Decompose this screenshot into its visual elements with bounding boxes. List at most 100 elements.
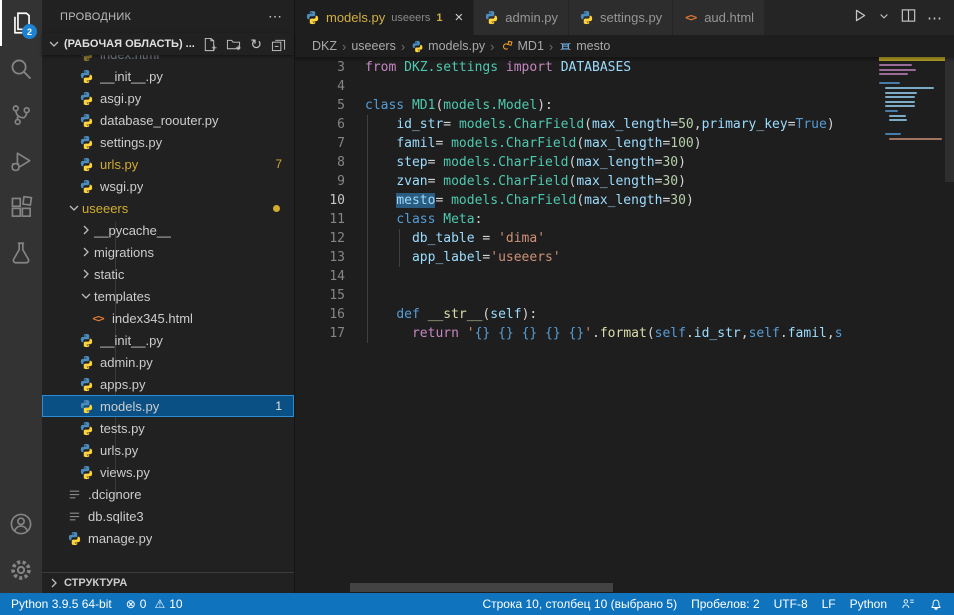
python-file-icon [66, 530, 82, 546]
cursor-position-status[interactable]: Строка 10, столбец 10 (выбрано 5) [475, 593, 684, 615]
minimap-highlight-bar [879, 57, 945, 61]
tree-item-urls-py[interactable]: urls.py [42, 439, 294, 461]
tree-item-label: settings.py [100, 135, 162, 150]
code-line-15: 15 [295, 286, 875, 305]
activity-settings-icon[interactable] [0, 547, 42, 593]
tree-item-label: db.sqlite3 [88, 509, 144, 524]
activity-run-debug-icon[interactable] [0, 138, 42, 184]
code-text: zvan= models.CharField(max_length=30) [365, 172, 686, 191]
breadcrumb-separator: › [549, 39, 553, 54]
explorer-more-icon[interactable]: ⋯ [268, 8, 282, 25]
run-dropdown-chevron-icon[interactable] [878, 9, 890, 27]
overview-ruler[interactable] [945, 57, 954, 593]
new-folder-icon[interactable] [226, 37, 241, 52]
tree-folder--pycache-[interactable]: __pycache__ [42, 219, 294, 241]
activity-account-icon[interactable] [0, 501, 42, 547]
workspace-section-header[interactable]: (РАБОЧАЯ ОБЛАСТЬ) ... ↻ [42, 33, 294, 55]
collapse-all-icon[interactable] [271, 37, 286, 52]
code-editor[interactable]: 3from DKZ.settings import DATABASES45cla… [295, 57, 954, 593]
activity-search-icon[interactable] [0, 46, 42, 92]
code-text: app_label='useeers' [365, 248, 561, 267]
tree-item-wsgi-py[interactable]: wsgi.py [42, 175, 294, 197]
minimap-line [885, 110, 898, 112]
python-interpreter-status[interactable]: Python 3.9.5 64-bit [4, 593, 119, 615]
encoding-status[interactable]: UTF-8 [767, 593, 815, 615]
breadcrumb-item-dkz[interactable]: DKZ [312, 39, 337, 53]
tree-item-label: templates [94, 289, 150, 304]
tab-admin-py[interactable]: admin.py [474, 0, 569, 35]
close-icon[interactable]: × [455, 10, 464, 25]
problems-count-badge: 1 [275, 399, 294, 413]
tree-item-views-py[interactable]: views.py [42, 461, 294, 483]
tree-item-manage-py[interactable]: manage.py [42, 527, 294, 549]
tree-item-asgi-py[interactable]: asgi.py [42, 87, 294, 109]
code-text: famil= models.CharField(max_length=100) [365, 134, 702, 153]
breadcrumb-item-useeers[interactable]: useeers [351, 39, 395, 53]
minimap-line [879, 82, 900, 84]
problems-status[interactable]: ⊗ 0 ⚠ 10 [119, 593, 190, 615]
tree-folder-migrations[interactable]: migrations [42, 241, 294, 263]
outline-label: СТРУКТУРА [64, 577, 127, 589]
tree-folder-static[interactable]: static [42, 263, 294, 285]
activity-source-control-icon[interactable] [0, 92, 42, 138]
tree-item-database-roouter-py[interactable]: database_roouter.py [42, 109, 294, 131]
minimap-line [889, 138, 942, 140]
code-area[interactable]: 3from DKZ.settings import DATABASES45cla… [295, 58, 875, 593]
line-number: 17 [295, 324, 345, 343]
activity-explorer-icon[interactable]: 2 [0, 0, 42, 46]
language-mode-status[interactable]: Python [843, 593, 894, 615]
tab-bar: models.pyuseeers1×admin.pysettings.py<>a… [295, 0, 954, 35]
tab-description: useeers [391, 12, 430, 24]
tree-item-label: migrations [94, 245, 154, 260]
tree-folder-useeers[interactable]: useeers [42, 197, 294, 219]
tab-models-py[interactable]: models.pyuseeers1× [295, 0, 474, 35]
new-file-icon[interactable] [202, 37, 217, 52]
tree-item-urls-py[interactable]: urls.py7 [42, 153, 294, 175]
tab-aud-html[interactable]: <>aud.html [673, 0, 765, 35]
tree-item--dcignore[interactable]: .dcignore [42, 483, 294, 505]
modified-dot-badge [273, 205, 280, 212]
tree-item-label: urls.py [100, 157, 138, 172]
notifications-bell-icon[interactable] [922, 593, 950, 615]
feedback-icon[interactable] [894, 593, 922, 615]
tree-item-apps-py[interactable]: apps.py [42, 373, 294, 395]
scrollbar-slider[interactable] [945, 57, 954, 182]
explorer-title: ПРОВОДНИК [60, 11, 131, 23]
class-icon [500, 39, 514, 53]
tree-item-db-sqlite3[interactable]: db.sqlite3 [42, 505, 294, 527]
breadcrumb-item-models-py[interactable]: models.py [410, 39, 485, 53]
indentation-status[interactable]: Пробелов: 2 [684, 593, 767, 615]
split-editor-icon[interactable] [900, 7, 917, 29]
more-actions-icon[interactable]: ⋯ [927, 9, 942, 27]
breadcrumb-item-md1[interactable]: MD1 [500, 39, 544, 53]
line-number: 4 [295, 77, 345, 96]
line-number: 16 [295, 305, 345, 324]
python-file-icon [579, 10, 594, 25]
tree-item-settings-py[interactable]: settings.py [42, 131, 294, 153]
code-text: db_table = 'dima' [365, 229, 545, 248]
line-number: 9 [295, 172, 345, 191]
tree-item-label: .dcignore [88, 487, 141, 502]
editor-actions: ⋯ [839, 0, 954, 35]
run-python-file-icon[interactable] [851, 7, 868, 29]
eol-status[interactable]: LF [815, 593, 843, 615]
tree-item-index345-html[interactable]: <>index345.html [42, 307, 294, 329]
tree-item-tests-py[interactable]: tests.py [42, 417, 294, 439]
horizontal-scrollbar[interactable] [350, 583, 613, 592]
activity-extensions-icon[interactable] [0, 184, 42, 230]
code-text: return '{} {} {} {} {}'.format(self.id_s… [365, 324, 843, 343]
tree-item--init-py[interactable]: __init__.py [42, 329, 294, 351]
tree-item-index-html[interactable]: index.html [42, 55, 294, 65]
tree-folder-templates[interactable]: templates [42, 285, 294, 307]
python-file-icon [78, 90, 94, 106]
minimap[interactable] [879, 57, 945, 593]
tree-item--init-py[interactable]: __init__.py [42, 65, 294, 87]
refresh-icon[interactable]: ↻ [250, 37, 262, 51]
tree-item-models-py[interactable]: models.py1 [42, 395, 294, 417]
activity-testing-icon[interactable] [0, 230, 42, 276]
breadcrumb-item-mesto[interactable]: mesto [558, 39, 610, 53]
tree-item-admin-py[interactable]: admin.py [42, 351, 294, 373]
tree-item-label: useeers [82, 201, 128, 216]
outline-section[interactable]: СТРУКТУРА [42, 572, 294, 593]
tab-settings-py[interactable]: settings.py [569, 0, 673, 35]
